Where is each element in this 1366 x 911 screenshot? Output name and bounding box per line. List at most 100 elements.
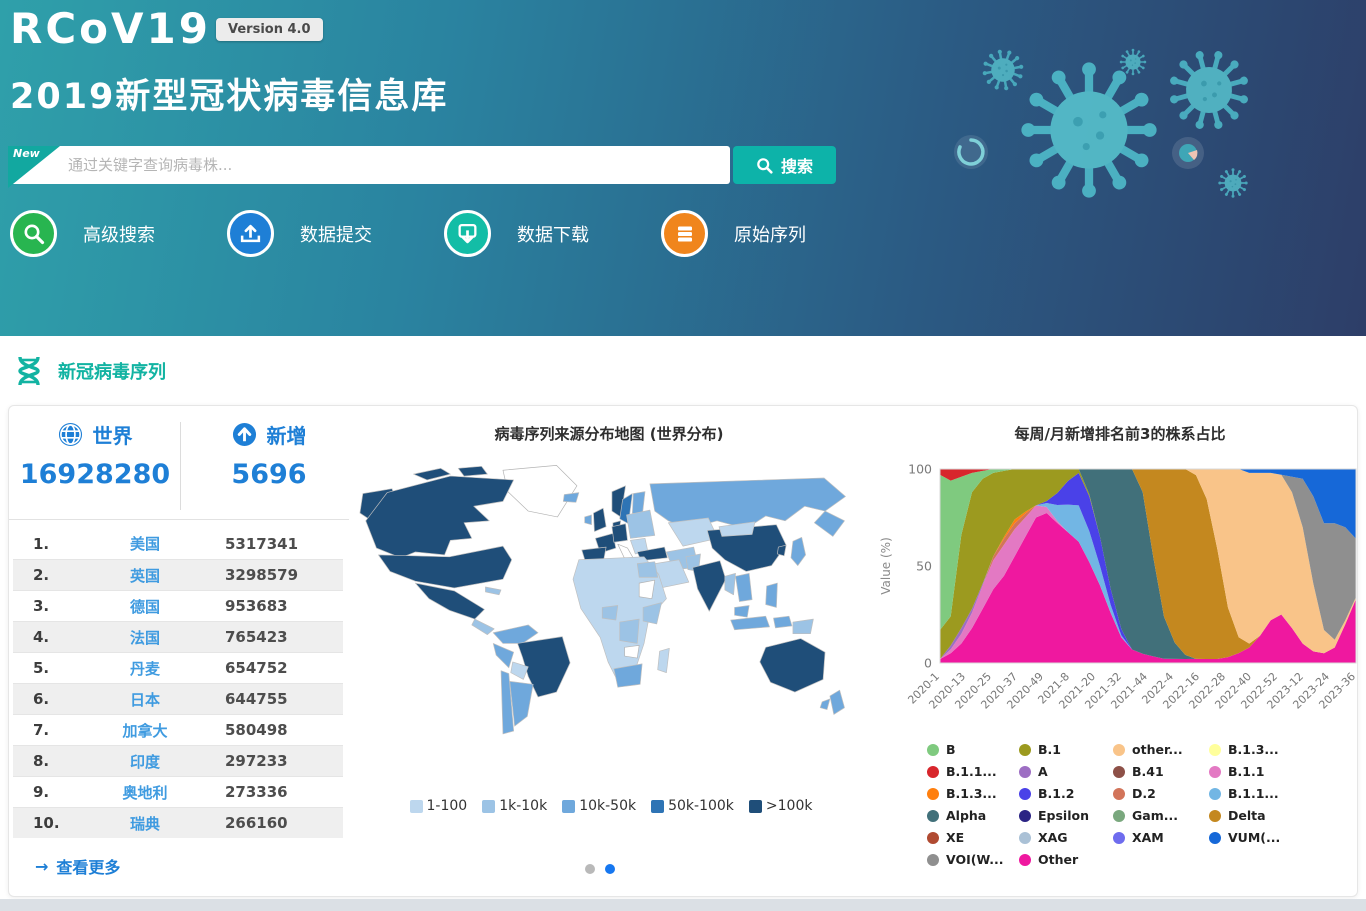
data-download-link[interactable]: 数据下载 (444, 210, 661, 257)
footer-strip (0, 899, 1366, 911)
site-logo[interactable]: RCoV19 (10, 4, 211, 53)
chart-legend-item[interactable]: D.2 (1113, 786, 1205, 801)
rank-number: 7. (13, 721, 65, 739)
chart-legend-item[interactable]: A (1019, 764, 1109, 779)
legend-label: Delta (1228, 808, 1266, 823)
world-stat: 世界 16928280 (11, 420, 179, 490)
legend-dot (1209, 832, 1221, 844)
legend-dot (1113, 810, 1125, 822)
legend-dot (1019, 832, 1031, 844)
country-link[interactable]: 美国 (65, 533, 225, 554)
chart-legend-item[interactable]: Delta (1209, 808, 1321, 823)
legend-label: 10k-50k (579, 798, 636, 814)
legend-swatch (562, 800, 575, 813)
quick-link-label: 高级搜索 (83, 221, 155, 247)
version-badge: Version 4.0 (216, 18, 323, 41)
country-link[interactable]: 德国 (65, 596, 225, 617)
raw-sequence-link[interactable]: 原始序列 (661, 210, 878, 257)
chart-legend-item[interactable]: VUM(... (1209, 830, 1321, 845)
legend-label: VOI(W... (946, 852, 1003, 867)
chart-legend-item[interactable]: Epsilon (1019, 808, 1109, 823)
chart-legend-item[interactable]: VOI(W... (927, 852, 1015, 867)
pie-icon (1179, 144, 1197, 162)
chart-legend-item[interactable]: B.1 (1019, 742, 1109, 757)
legend-label: Epsilon (1038, 808, 1089, 823)
legend-dot (1019, 788, 1031, 800)
new-stat-value: 5696 (185, 459, 353, 490)
chart-legend-item[interactable]: B.1.3... (927, 786, 1015, 801)
legend-label: B.1.3... (946, 786, 997, 801)
country-count: 765423 (225, 628, 343, 646)
map-legend-item[interactable]: 10k-50k (562, 798, 636, 814)
carousel-dots (585, 864, 615, 874)
country-link[interactable]: 丹麦 (65, 658, 225, 679)
new-stat-label: 新增 (267, 420, 307, 449)
rank-row: 7.加拿大580498 (13, 714, 343, 745)
chart-legend-item[interactable]: Alpha (927, 808, 1015, 823)
legend-label: B.1.1... (946, 764, 997, 779)
country-link[interactable]: 印度 (65, 751, 225, 772)
map-legend-item[interactable]: >100k (749, 798, 813, 814)
quick-link-label: 数据下载 (517, 221, 589, 247)
carousel-dot-active[interactable] (605, 864, 615, 874)
country-link[interactable]: 法国 (65, 627, 225, 648)
advanced-search-link[interactable]: 高级搜索 (10, 210, 227, 257)
sequence-card: 世界 16928280 新增 5696 1.美国5317341 2.英国32985… (8, 405, 1358, 897)
search-box: New (8, 146, 730, 184)
search-input[interactable] (8, 146, 730, 184)
country-link[interactable]: 瑞典 (65, 813, 225, 834)
search-button[interactable]: 搜索 (733, 146, 836, 184)
legend-dot (1019, 854, 1031, 866)
chart-legend-item[interactable]: XE (927, 830, 1015, 845)
country-link[interactable]: 英国 (65, 565, 225, 586)
chart-legend-item[interactable]: B.1.1... (1209, 786, 1321, 801)
rank-row: 9.奥地利273336 (13, 776, 343, 807)
map-legend-item[interactable]: 1-100 (410, 798, 468, 814)
rank-row: 6.日本644755 (13, 683, 343, 714)
chart-legend-item[interactable]: other... (1113, 742, 1205, 757)
map-legend-item[interactable]: 1k-10k (482, 798, 547, 814)
legend-label: B.1.3... (1228, 742, 1279, 757)
map-legend-item[interactable]: 50k-100k (651, 798, 734, 814)
world-map[interactable] (357, 462, 863, 784)
spinner-icon (959, 140, 983, 164)
download-icon (444, 210, 491, 257)
rank-number: 5. (13, 659, 65, 677)
country-count: 273336 (225, 783, 343, 801)
legend-dot (927, 788, 939, 800)
legend-label: B.41 (1132, 764, 1164, 779)
chart-legend-item[interactable]: Other (1019, 852, 1109, 867)
section-title: 新冠病毒序列 (58, 358, 166, 384)
rank-row: 2.英国3298579 (13, 559, 343, 590)
legend-dot (1209, 766, 1221, 778)
view-more-link[interactable]: → 查看更多 (35, 854, 120, 878)
y-tick-label: 100 (908, 462, 932, 477)
chart-legend-item[interactable]: XAM (1113, 830, 1205, 845)
legend-label: 1k-10k (499, 798, 547, 814)
chart-legend-item[interactable]: B.1.3... (1209, 742, 1321, 757)
legend-label: Other (1038, 852, 1078, 867)
country-count: 5317341 (225, 535, 343, 553)
rank-number: 1. (13, 535, 65, 553)
arrow-up-circle-icon (232, 422, 257, 447)
chart-legend-item[interactable]: B.1.1... (927, 764, 1015, 779)
chart-legend-item[interactable]: B.41 (1113, 764, 1205, 779)
data-submit-link[interactable]: 数据提交 (227, 210, 444, 257)
map-legend: 1-100 1k-10k 10k-50k 50k-100k >100k (361, 798, 861, 814)
country-link[interactable]: 奥地利 (65, 782, 225, 803)
chart-legend-item[interactable]: B (927, 742, 1015, 757)
new-stat: 新增 5696 (185, 420, 353, 490)
country-link[interactable]: 加拿大 (65, 720, 225, 741)
legend-label: other... (1132, 742, 1183, 757)
chart-legend-item[interactable]: Gam... (1113, 808, 1205, 823)
carousel-dot[interactable] (585, 864, 595, 874)
lineage-chart-title: 每周/月新增排名前3的株系占比 (889, 423, 1351, 444)
lineage-stacked-chart[interactable]: 050100Value (%)2020-12020-132020-252020-… (874, 446, 1366, 746)
dna-icon (14, 355, 44, 387)
chart-legend-item[interactable]: B.1.1 (1209, 764, 1321, 779)
country-link[interactable]: 日本 (65, 689, 225, 710)
legend-swatch (410, 800, 423, 813)
chart-legend-item[interactable]: B.1.2 (1019, 786, 1109, 801)
rank-row: 10.瑞典266160 (13, 807, 343, 838)
chart-legend-item[interactable]: XAG (1019, 830, 1109, 845)
